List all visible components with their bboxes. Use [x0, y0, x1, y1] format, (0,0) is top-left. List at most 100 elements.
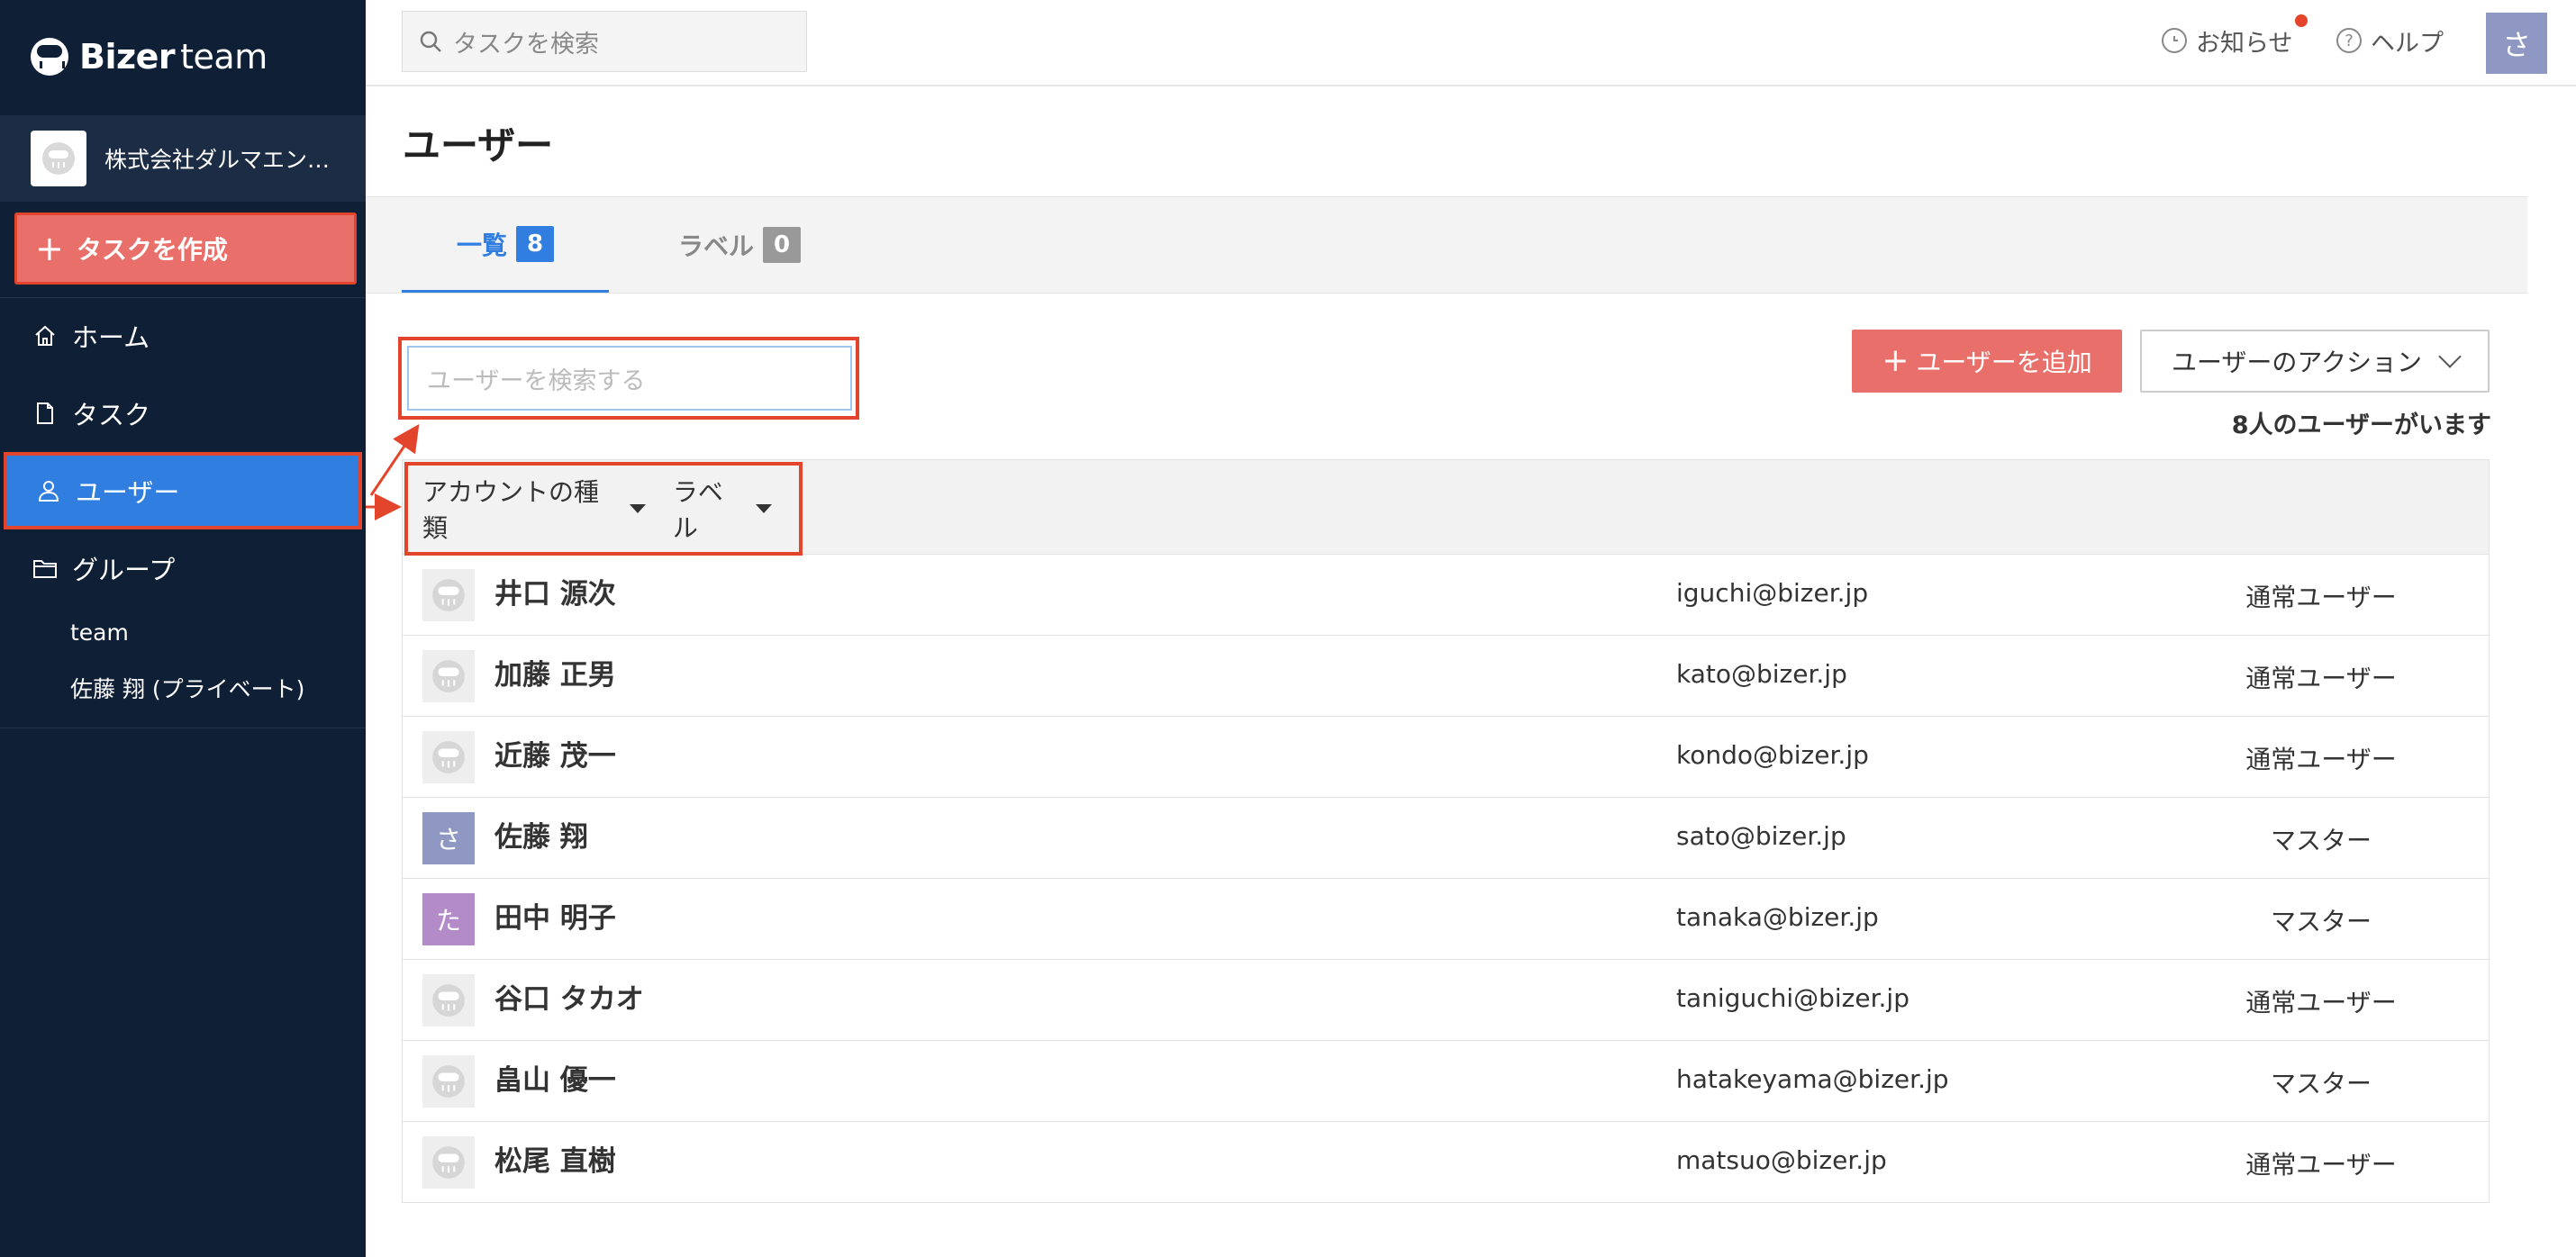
top-bar: タスクを検索 お知らせ ? ヘルプ さ: [366, 0, 2576, 86]
user-name: 松尾 直樹: [494, 1145, 616, 1178]
app-name-main: Bizer: [79, 37, 176, 77]
folder-icon: [31, 556, 59, 581]
search-placeholder: タスクを検索: [453, 30, 599, 59]
tab-list[interactable]: 一覧 8: [402, 197, 609, 293]
highlight-box: ユーザーを検索する: [398, 337, 859, 420]
help-button[interactable]: ? ヘルプ: [2336, 20, 2444, 61]
avatar: さ: [422, 812, 475, 864]
label-filter[interactable]: ラベル: [673, 473, 772, 545]
help-icon: ?: [2336, 28, 2362, 53]
user-email: matsuo@bizer.jp: [1676, 1145, 1887, 1175]
avatar: [422, 731, 475, 783]
user-role: 通常ユーザー: [2245, 1150, 2397, 1180]
logo-icon: [31, 38, 68, 76]
sidebar-item-label: ユーザー: [76, 477, 180, 508]
user-email: kato@bizer.jp: [1676, 659, 1847, 689]
sidebar-item-home[interactable]: ホーム: [0, 297, 366, 375]
user-role: 通常ユーザー: [2245, 664, 2397, 693]
app-logo[interactable]: Bizer team: [31, 34, 268, 79]
user-icon: [34, 478, 63, 503]
table-row[interactable]: 畠山 優一 hatakeyama@bizer.jp マスター: [403, 1041, 2489, 1122]
tab-count-badge: 8: [516, 225, 554, 262]
clock-icon: [2162, 28, 2187, 53]
user-actions-dropdown[interactable]: ユーザーのアクション: [2140, 330, 2490, 393]
task-search-input[interactable]: タスクを検索: [402, 11, 807, 72]
table-row[interactable]: 加藤 正男 kato@bizer.jp 通常ユーザー: [403, 636, 2489, 717]
company-switcher[interactable]: 株式会社ダルマエン…: [0, 115, 366, 202]
page-title: ユーザー: [403, 123, 554, 167]
user-name: 佐藤 翔: [494, 821, 588, 854]
user-search-placeholder: ユーザーを検索する: [427, 366, 646, 395]
document-icon: [31, 401, 59, 426]
tab-label: ラベル: [677, 231, 754, 261]
chevron-down-icon: [2438, 345, 2462, 368]
sidebar-item-users[interactable]: ユーザー: [4, 452, 362, 529]
user-role: 通常ユーザー: [2245, 988, 2397, 1017]
tab-bar: 一覧 8 ラベル 0: [366, 196, 2527, 294]
filter-bar: アカウントの種類 ラベル: [402, 459, 2490, 556]
table-row[interactable]: さ佐藤 翔 sato@bizer.jp マスター: [403, 798, 2489, 879]
user-email: hatakeyama@bizer.jp: [1676, 1064, 1949, 1094]
daruma-icon: [432, 579, 465, 611]
avatar: [422, 650, 475, 702]
user-role: マスター: [2270, 907, 2372, 936]
user-name: 田中 明子: [494, 902, 616, 935]
tab-label: 一覧: [456, 230, 507, 260]
caret-down-icon: [756, 504, 772, 513]
user-email: tanaka@bizer.jp: [1676, 902, 1879, 932]
user-role: 通常ユーザー: [2245, 583, 2397, 612]
notification-dot: [2295, 14, 2308, 27]
notifications-button[interactable]: お知らせ: [2162, 14, 2308, 61]
tab-labels[interactable]: ラベル 0: [636, 197, 843, 293]
daruma-icon: [432, 984, 465, 1017]
sidebar-item-label: グループ: [72, 555, 176, 585]
help-label: ヘルプ: [2371, 29, 2444, 58]
account-type-filter[interactable]: アカウントの種類: [422, 473, 646, 545]
user-role: マスター: [2270, 1069, 2372, 1099]
company-name: 株式会社ダルマエン…: [104, 147, 331, 173]
filter-label: アカウントの種類: [422, 477, 600, 543]
group-item-private[interactable]: 佐藤 翔 (プライベート): [70, 672, 304, 704]
sidebar-item-label: タスク: [72, 400, 151, 430]
avatar: [422, 569, 475, 621]
notifications-label: お知らせ: [2196, 29, 2293, 58]
add-user-button[interactable]: + ユーザーを追加: [1852, 330, 2122, 393]
user-name: 井口 源次: [494, 578, 616, 610]
avatar: [422, 1136, 475, 1189]
user-count: 8人のユーザーがいます: [2231, 411, 2491, 439]
plus-icon: +: [1882, 342, 1909, 379]
user-email: taniguchi@bizer.jp: [1676, 983, 1909, 1013]
current-user-avatar[interactable]: さ: [2486, 13, 2547, 74]
daruma-icon: [432, 741, 465, 773]
user-name: 畠山 優一: [494, 1064, 616, 1097]
avatar: [422, 1055, 475, 1108]
search-icon: [420, 31, 441, 52]
group-item-team[interactable]: team: [70, 619, 129, 646]
add-user-label: ユーザーを追加: [1916, 348, 2092, 377]
table-row[interactable]: 谷口 タカオ taniguchi@bizer.jp 通常ユーザー: [403, 960, 2489, 1041]
daruma-icon: [432, 660, 465, 692]
user-email: kondo@bizer.jp: [1676, 740, 1869, 770]
tab-count-badge: 0: [763, 227, 801, 263]
table-row[interactable]: た田中 明子 tanaka@bizer.jp マスター: [403, 879, 2489, 960]
user-email: sato@bizer.jp: [1676, 821, 1846, 851]
user-table: 井口 源次 iguchi@bizer.jp 通常ユーザー 加藤 正男 kato@bize…: [402, 555, 2490, 1203]
company-avatar: [31, 131, 86, 186]
table-row[interactable]: 近藤 茂一 kondo@bizer.jp 通常ユーザー: [403, 717, 2489, 798]
caret-down-icon: [629, 504, 646, 513]
sidebar-item-label: ホーム: [72, 322, 150, 353]
create-task-button[interactable]: + タスクを作成: [14, 213, 357, 285]
sidebar-item-tasks[interactable]: タスク: [0, 375, 366, 452]
table-row[interactable]: 井口 源次 iguchi@bizer.jp 通常ユーザー: [403, 555, 2489, 636]
filter-label: ラベル: [672, 477, 723, 543]
daruma-icon: [432, 1146, 465, 1179]
avatar: た: [422, 893, 475, 945]
user-email: iguchi@bizer.jp: [1676, 578, 1869, 608]
user-search-input[interactable]: ユーザーを検索する: [407, 346, 852, 411]
sidebar-item-groups[interactable]: グループ: [0, 529, 366, 607]
avatar: [422, 974, 475, 1026]
table-row[interactable]: 松尾 直樹 matsuo@bizer.jp 通常ユーザー: [403, 1122, 2489, 1203]
sidebar: Bizer team 株式会社ダルマエン… + タスクを作成 ホーム タスク ユ…: [0, 0, 366, 1257]
plus-icon: +: [35, 229, 64, 268]
user-actions-label: ユーザーのアクション: [2171, 348, 2423, 377]
